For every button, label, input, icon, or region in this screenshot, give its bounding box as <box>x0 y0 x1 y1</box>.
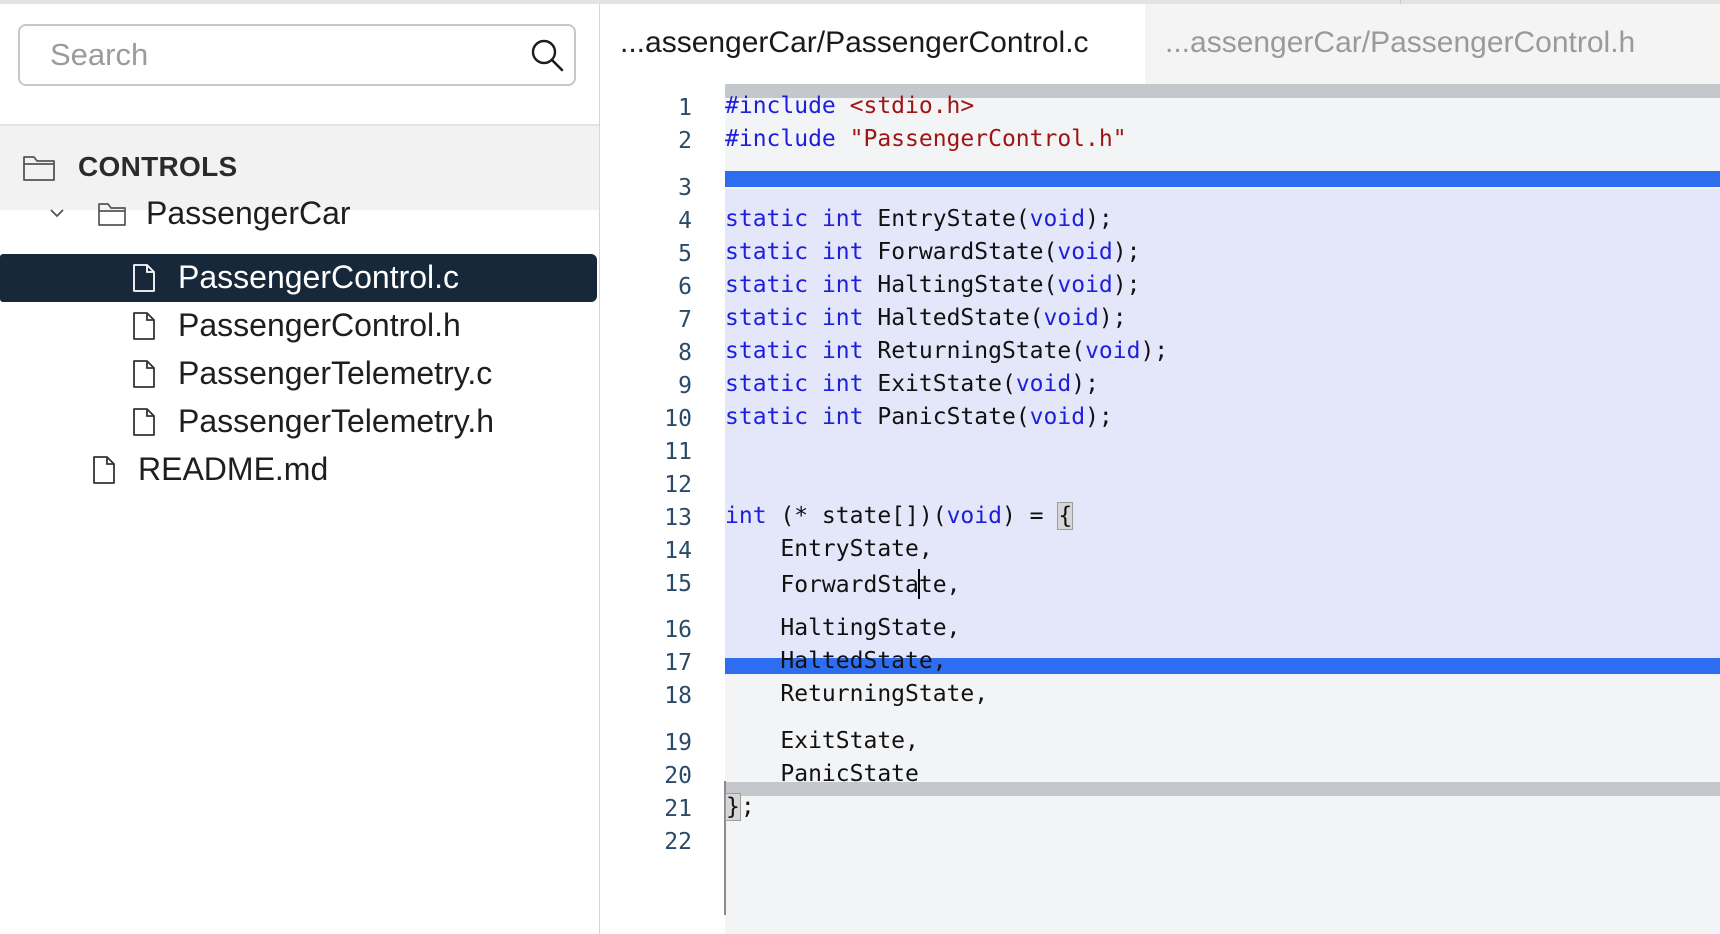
search-input[interactable] <box>34 26 526 84</box>
line-number: 7 <box>678 307 692 333</box>
code-line[interactable]: int (* state[])(void) = { <box>725 502 1074 530</box>
line-number: 2 <box>678 128 692 154</box>
code-line[interactable]: ReturningState, <box>725 681 988 707</box>
tree-file-label: PassengerControl.c <box>178 259 460 295</box>
file-explorer-sidebar: CONTROLS PassengerCar PassengerControl.c… <box>0 4 601 934</box>
code-line[interactable]: static int ExitState(void); <box>725 371 1099 397</box>
folder-icon <box>23 156 55 181</box>
tree-file-readme[interactable]: README.md <box>0 446 599 494</box>
tree-file-label: PassengerControl.h <box>178 307 461 343</box>
code-line[interactable]: }; <box>725 793 755 821</box>
line-number: 15 <box>664 571 692 597</box>
folder-icon <box>98 203 126 226</box>
selection-start-bar[interactable] <box>725 171 1720 187</box>
file-icon <box>133 264 155 292</box>
search-icon[interactable] <box>530 38 564 72</box>
line-number: 18 <box>664 683 692 709</box>
line-number: 20 <box>664 763 692 789</box>
tree-folder-passengercar[interactable]: PassengerCar <box>0 190 599 238</box>
code-line[interactable]: ForwardState, <box>725 569 960 599</box>
line-number: 17 <box>664 650 692 676</box>
line-number: 1 <box>678 95 692 121</box>
line-number: 16 <box>664 617 692 643</box>
tree-file-passengertelemetry-c[interactable]: PassengerTelemetry.c <box>0 350 599 398</box>
text-cursor <box>917 569 920 599</box>
tree-file-label: README.md <box>138 451 329 487</box>
tree-file-passengercontrol-h[interactable]: PassengerControl.h <box>0 302 599 350</box>
line-number: 13 <box>664 505 692 531</box>
line-number: 6 <box>678 274 692 300</box>
code-line[interactable]: HaltingState, <box>725 615 960 641</box>
line-number: 14 <box>664 538 692 564</box>
line-number: 4 <box>678 208 692 234</box>
code-line[interactable]: static int HaltingState(void); <box>725 272 1140 298</box>
tab-passengercontrol-h[interactable]: ...assengerCar/PassengerControl.h <box>1145 4 1720 84</box>
editor-tabs: ...assengerCar/PassengerControl.c ...ass… <box>600 4 1720 84</box>
file-icon <box>133 408 155 436</box>
tree-file-passengertelemetry-h[interactable]: PassengerTelemetry.h <box>0 398 599 446</box>
code-line[interactable]: static int ForwardState(void); <box>725 239 1140 265</box>
file-icon <box>133 360 155 388</box>
code-line[interactable]: static int EntryState(void); <box>725 206 1113 232</box>
tree-folder-label: PassengerCar <box>146 195 351 231</box>
code-line[interactable]: #include "PassengerControl.h" <box>725 126 1127 152</box>
code-line[interactable]: static int ReturningState(void); <box>725 338 1168 364</box>
tree-file-label: PassengerTelemetry.h <box>178 403 494 439</box>
line-number: 19 <box>664 730 692 756</box>
line-number: 10 <box>664 406 692 432</box>
code-line[interactable]: #include <stdio.h> <box>725 93 974 119</box>
line-number: 12 <box>664 472 692 498</box>
line-number: 5 <box>678 241 692 267</box>
file-icon <box>93 456 115 484</box>
line-number: 9 <box>678 373 692 399</box>
line-number: 11 <box>664 439 692 465</box>
code-line[interactable]: static int HaltedState(void); <box>725 305 1127 331</box>
tree-root-label: CONTROLS <box>78 151 238 182</box>
code-line[interactable]: PanicState <box>725 761 919 787</box>
line-number: 8 <box>678 340 692 366</box>
code-line[interactable]: EntryState, <box>725 536 932 562</box>
file-icon <box>133 312 155 340</box>
tree-file-passengercontrol-c[interactable]: PassengerControl.c <box>0 254 597 302</box>
tab-passengercontrol-c[interactable]: ...assengerCar/PassengerControl.c <box>600 4 1145 84</box>
code-line[interactable]: HaltedState, <box>725 648 946 674</box>
line-number: 22 <box>664 829 692 855</box>
line-number: 21 <box>664 796 692 822</box>
search-box[interactable] <box>18 24 576 86</box>
code-line[interactable]: static int PanicState(void); <box>725 404 1113 430</box>
chevron-down-icon[interactable] <box>48 204 66 222</box>
code-line[interactable]: ExitState, <box>725 728 919 754</box>
line-number: 3 <box>678 175 692 201</box>
tree-file-label: PassengerTelemetry.c <box>178 355 493 391</box>
